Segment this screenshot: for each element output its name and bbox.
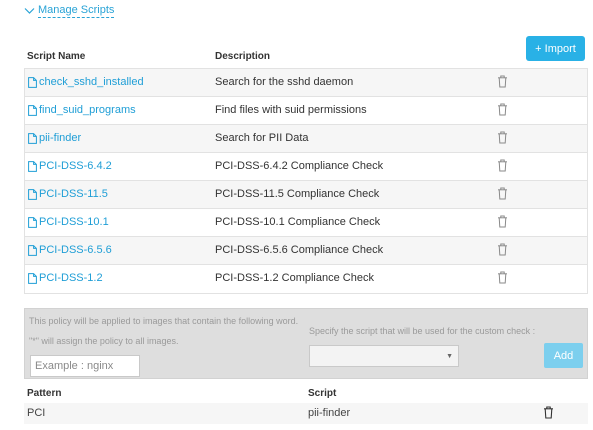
column-header-description: Description — [215, 51, 271, 62]
pattern-value: PCI — [27, 407, 46, 419]
file-icon — [28, 104, 37, 116]
file-icon — [28, 76, 37, 88]
script-description: PCI-DSS-1.2 Compliance Check — [215, 272, 374, 284]
script-name-link[interactable]: PCI-DSS-11.5 — [28, 188, 108, 200]
script-row: PCI-DSS-6.4.2 PCI-DSS-6.4.2 Compliance C… — [25, 153, 587, 181]
script-name-link[interactable]: find_suid_programs — [28, 104, 136, 116]
script-select-hint: Specify the script that will be used for… — [309, 326, 536, 336]
column-header-pattern: Pattern — [27, 388, 62, 399]
file-icon — [28, 272, 37, 284]
script-name-text: PCI-DSS-10.1 — [39, 216, 109, 228]
wildcard-hint: "*" will assign the policy to all images… — [29, 336, 179, 346]
policy-hint: This policy will be applied to images th… — [29, 316, 299, 326]
chevron-down-icon — [24, 7, 35, 15]
script-description: Search for PII Data — [215, 132, 309, 144]
script-name-link[interactable]: PCI-DSS-6.4.2 — [28, 160, 112, 172]
file-icon — [28, 216, 37, 228]
script-name-text: PCI-DSS-6.5.6 — [39, 244, 112, 256]
trash-icon[interactable] — [497, 131, 508, 144]
script-description: PCI-DSS-6.5.6 Compliance Check — [215, 244, 384, 256]
pattern-row: PCI pii-finder — [24, 403, 588, 424]
column-header-script: Script — [308, 388, 337, 399]
trash-icon[interactable] — [497, 243, 508, 256]
script-name-text: PCI-DSS-6.4.2 — [39, 160, 112, 172]
script-name-text: pii-finder — [39, 132, 82, 144]
scripts-table: check_sshd_installed Search for the sshd… — [24, 68, 588, 294]
script-name-link[interactable]: PCI-DSS-10.1 — [28, 216, 109, 228]
trash-icon[interactable] — [497, 75, 508, 88]
trash-icon[interactable] — [497, 103, 508, 116]
column-header-script-name: Script Name — [27, 51, 86, 62]
pattern-input[interactable] — [30, 355, 140, 377]
script-row: check_sshd_installed Search for the sshd… — [25, 69, 587, 97]
script-row: PCI-DSS-11.5 PCI-DSS-11.5 Compliance Che… — [25, 181, 587, 209]
script-description: Search for the sshd daemon — [215, 76, 354, 88]
pattern-script-value: pii-finder — [308, 407, 351, 419]
trash-icon[interactable] — [497, 159, 508, 172]
script-name-link[interactable]: check_sshd_installed — [28, 76, 144, 88]
script-name-text: find_suid_programs — [39, 104, 136, 116]
script-row: PCI-DSS-6.5.6 PCI-DSS-6.5.6 Compliance C… — [25, 237, 587, 265]
script-description: PCI-DSS-6.4.2 Compliance Check — [215, 160, 384, 172]
script-name-text: PCI-DSS-1.2 — [39, 272, 103, 284]
script-row: find_suid_programs Find files with suid … — [25, 97, 587, 125]
script-name-link[interactable]: PCI-DSS-1.2 — [28, 272, 103, 284]
trash-icon[interactable] — [497, 215, 508, 228]
scripts-table-header: Script Name Description — [24, 49, 588, 65]
script-description: PCI-DSS-11.5 Compliance Check — [215, 188, 380, 200]
file-icon — [28, 188, 37, 200]
pattern-table-header: Pattern Script — [24, 388, 588, 402]
script-select[interactable]: ▼ — [309, 345, 459, 367]
file-icon — [28, 160, 37, 172]
script-name-text: PCI-DSS-11.5 — [39, 188, 108, 200]
trash-icon[interactable] — [497, 271, 508, 284]
file-icon — [28, 244, 37, 256]
script-name-text: check_sshd_installed — [39, 76, 144, 88]
script-description: Find files with suid permissions — [215, 104, 367, 116]
trash-icon[interactable] — [543, 406, 554, 419]
caret-down-icon: ▼ — [446, 353, 453, 360]
add-button[interactable]: Add — [544, 343, 583, 368]
policy-panel: This policy will be applied to images th… — [24, 308, 588, 379]
script-row: PCI-DSS-1.2 PCI-DSS-1.2 Compliance Check — [25, 265, 587, 293]
script-name-link[interactable]: PCI-DSS-6.5.6 — [28, 244, 112, 256]
manage-scripts-label: Manage Scripts — [38, 4, 115, 18]
script-row: PCI-DSS-10.1 PCI-DSS-10.1 Compliance Che… — [25, 209, 587, 237]
script-name-link[interactable]: pii-finder — [28, 132, 81, 144]
script-description: PCI-DSS-10.1 Compliance Check — [215, 216, 381, 228]
file-icon — [28, 132, 37, 144]
trash-icon[interactable] — [497, 187, 508, 200]
manage-scripts-toggle[interactable]: Manage Scripts — [24, 4, 115, 18]
script-row: pii-finder Search for PII Data — [25, 125, 587, 153]
